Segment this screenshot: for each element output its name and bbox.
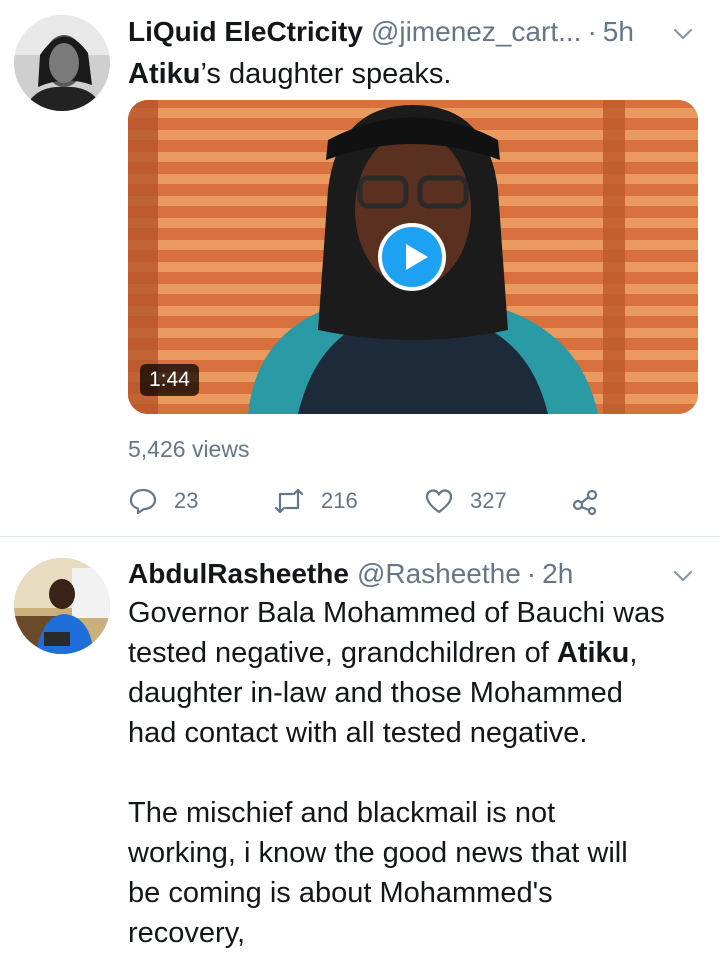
separator-dot: · (587, 16, 597, 47)
text-line: working, i know the good news that will (128, 837, 628, 869)
text-line: The mischief and blackmail is not (128, 797, 556, 829)
share-icon (572, 489, 598, 516)
reply-icon (129, 488, 157, 515)
tweet-card[interactable]: LiQuid EleCtricity @jimenez_cart... · 5h… (0, 0, 720, 536)
user-handle[interactable]: @jimenez_cart... (371, 15, 582, 49)
display-name[interactable]: AbdulRasheethe (128, 557, 349, 591)
display-name[interactable]: LiQuid EleCtricity (128, 15, 363, 49)
bold-mention: Atiku (128, 58, 201, 90)
text-fragment: , (629, 637, 638, 669)
timestamp[interactable]: 2h (542, 557, 573, 591)
tweet-text: Atiku’s daughter speaks. (128, 54, 700, 94)
tweet-text: Governor Bala Mohammed of Bauchi was tes… (128, 593, 700, 953)
text-line: recovery, (128, 917, 246, 949)
user-handle[interactable]: @Rasheethe (357, 557, 521, 591)
like-button[interactable]: 327 (424, 484, 507, 518)
retweet-count: 216 (321, 488, 358, 513)
timestamp[interactable]: 5h (603, 15, 634, 49)
chevron-down-icon[interactable] (672, 565, 694, 587)
text-line: be coming is about Mohammed's (128, 877, 553, 909)
chevron-down-icon[interactable] (672, 23, 694, 45)
text-line: tested negative, grandchildren of Atiku, (128, 633, 700, 673)
bold-mention: Atiku (556, 637, 630, 669)
tweet-actions: 23 216 327 (128, 484, 608, 518)
tweet-card[interactable]: AbdulRasheethe @Rasheethe · 2h Governor … (0, 537, 720, 959)
reply-button[interactable]: 23 (128, 484, 198, 518)
play-button[interactable] (378, 223, 446, 291)
tweet-header: LiQuid EleCtricity @jimenez_cart... · 5h (128, 15, 690, 49)
tweet-text-rest: ’s daughter speaks. (200, 58, 452, 90)
avatar[interactable] (14, 15, 110, 111)
reply-count: 23 (174, 488, 199, 513)
share-button[interactable] (570, 484, 616, 518)
video-duration: 1:44 (140, 364, 199, 396)
retweet-button[interactable]: 216 (273, 484, 358, 518)
text-fragment: tested negative, grandchildren of (128, 637, 557, 669)
heart-icon (425, 489, 453, 514)
text-line: daughter in-law and those Mohammed (128, 677, 623, 709)
tweet-header: AbdulRasheethe @Rasheethe · 2h (128, 557, 690, 591)
avatar[interactable] (14, 558, 110, 654)
retweet-icon (274, 488, 304, 514)
text-line: Governor Bala Mohammed of Bauchi was (128, 597, 665, 629)
separator-dot: · (526, 558, 537, 589)
like-count: 327 (470, 488, 507, 513)
view-count: 5,426 views (128, 436, 250, 462)
video-thumbnail[interactable]: 1:44 (128, 100, 698, 414)
text-line: had contact with all tested negative. (128, 717, 588, 749)
